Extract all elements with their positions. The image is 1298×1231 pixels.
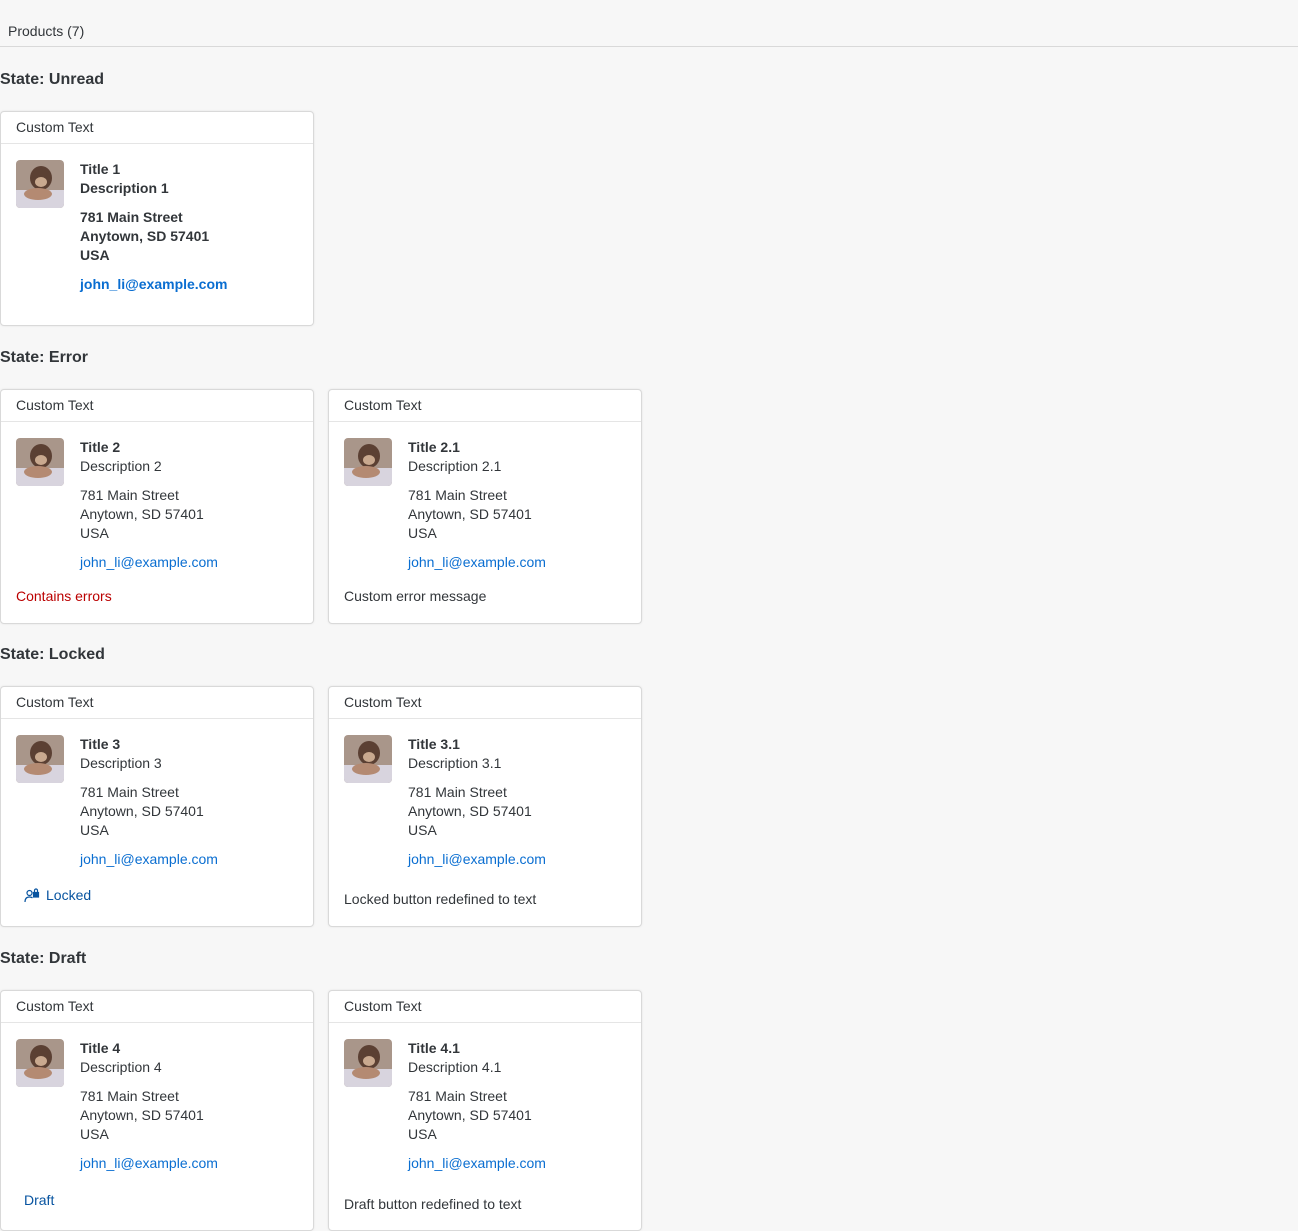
address-line-2: Anytown, SD 57401 <box>80 506 204 522</box>
card-content: Title 3.1 Description 3.1 781 Main Stree… <box>408 735 546 869</box>
card-title: Title 2 <box>80 439 121 455</box>
product-avatar <box>344 438 392 486</box>
card-header: Custom Text <box>1 112 313 144</box>
card-error-2[interactable]: Custom Text Title 2 Description 2 781 Ma… <box>0 389 314 624</box>
card-description: Description 1 <box>80 180 169 196</box>
card-draft-4[interactable]: Custom Text Title 4 Description 4 781 Ma… <box>0 990 314 1231</box>
address-line-2: Anytown, SD 57401 <box>80 1107 204 1123</box>
person-lock-icon <box>24 887 40 906</box>
address-line-1: 781 Main Street <box>80 209 183 225</box>
card-header: Custom Text <box>329 687 641 719</box>
email-link[interactable]: john_li@example.com <box>80 850 218 869</box>
address-line-1: 781 Main Street <box>408 784 507 800</box>
card-title: Title 2.1 <box>408 439 460 455</box>
card-content: Title 1 Description 1 781 Main Street An… <box>80 160 227 294</box>
section-title-error: State: Error <box>0 349 89 366</box>
address-line-1: 781 Main Street <box>80 1088 179 1104</box>
card-draft-4-1[interactable]: Custom Text Title 4.1 Description 4.1 78… <box>328 990 642 1231</box>
address-line-2: Anytown, SD 57401 <box>80 228 210 244</box>
toolbar-title: Products (7) <box>8 23 85 39</box>
card-unread-1[interactable]: Custom Text Title 1 Description 1 781 Ma… <box>0 111 314 326</box>
card-content: Title 2.1 Description 2.1 781 Main Stree… <box>408 438 546 572</box>
section-title-locked: State: Locked <box>0 646 105 663</box>
card-header: Custom Text <box>329 991 641 1023</box>
card-header: Custom Text <box>1 687 313 719</box>
draft-button[interactable]: Draft <box>24 1192 54 1208</box>
address-line-3: USA <box>80 1126 109 1142</box>
address-line-3: USA <box>408 525 437 541</box>
product-avatar <box>16 160 64 208</box>
card-description: Description 2 <box>80 458 162 474</box>
address-line-3: USA <box>80 822 109 838</box>
section-title-draft: State: Draft <box>0 950 87 967</box>
email-link[interactable]: john_li@example.com <box>80 553 218 572</box>
product-avatar <box>16 1039 64 1087</box>
card-error-2-1[interactable]: Custom Text Title 2.1 Description 2.1 78… <box>328 389 642 624</box>
card-description: Description 4 <box>80 1059 162 1075</box>
email-link[interactable]: john_li@example.com <box>80 1154 218 1173</box>
card-locked-3-1[interactable]: Custom Text Title 3.1 Description 3.1 78… <box>328 686 642 927</box>
product-avatar <box>16 735 64 783</box>
email-link[interactable]: john_li@example.com <box>80 275 227 294</box>
locked-button-label: Locked <box>46 887 92 904</box>
card-title: Title 3 <box>80 736 121 752</box>
address-line-2: Anytown, SD 57401 <box>80 803 204 819</box>
card-locked-3[interactable]: Custom Text Title 3 Description 3 781 Ma… <box>0 686 314 927</box>
card-header: Custom Text <box>329 390 641 422</box>
card-header: Custom Text <box>1 390 313 422</box>
locked-button[interactable]: Locked <box>24 887 91 906</box>
email-link[interactable]: john_li@example.com <box>408 553 546 572</box>
card-title: Title 4.1 <box>408 1040 460 1056</box>
address-line-1: 781 Main Street <box>408 1088 507 1104</box>
toolbar: Products (7) <box>0 0 1298 47</box>
card-title: Title 1 <box>80 161 121 177</box>
address-line-3: USA <box>408 1126 437 1142</box>
card-header: Custom Text <box>1 991 313 1023</box>
product-avatar <box>344 735 392 783</box>
card-content: Title 4.1 Description 4.1 781 Main Stree… <box>408 1039 546 1173</box>
card-description: Description 4.1 <box>408 1059 502 1075</box>
card-title: Title 3.1 <box>408 736 460 752</box>
error-message: Contains errors <box>16 588 112 604</box>
email-link[interactable]: john_li@example.com <box>408 1154 546 1173</box>
card-description: Description 2.1 <box>408 458 502 474</box>
section-title-unread: State: Unread <box>0 71 105 88</box>
address-line-3: USA <box>80 247 110 263</box>
card-description: Description 3.1 <box>408 755 502 771</box>
address-line-3: USA <box>80 525 109 541</box>
card-title: Title 4 <box>80 1040 121 1056</box>
address-line-2: Anytown, SD 57401 <box>408 506 532 522</box>
product-avatar <box>344 1039 392 1087</box>
address-line-1: 781 Main Street <box>408 487 507 503</box>
custom-error-message: Custom error message <box>344 588 487 604</box>
card-content: Title 3 Description 3 781 Main Street An… <box>80 735 218 869</box>
address-line-1: 781 Main Street <box>80 784 179 800</box>
card-description: Description 3 <box>80 755 162 771</box>
address-line-2: Anytown, SD 57401 <box>408 803 532 819</box>
product-avatar <box>16 438 64 486</box>
card-content: Title 4 Description 4 781 Main Street An… <box>80 1039 218 1173</box>
address-line-1: 781 Main Street <box>80 487 179 503</box>
card-content: Title 2 Description 2 781 Main Street An… <box>80 438 218 572</box>
address-line-2: Anytown, SD 57401 <box>408 1107 532 1123</box>
email-link[interactable]: john_li@example.com <box>408 850 546 869</box>
draft-text: Draft button redefined to text <box>344 1196 522 1212</box>
address-line-3: USA <box>408 822 437 838</box>
locked-text: Locked button redefined to text <box>344 891 537 907</box>
